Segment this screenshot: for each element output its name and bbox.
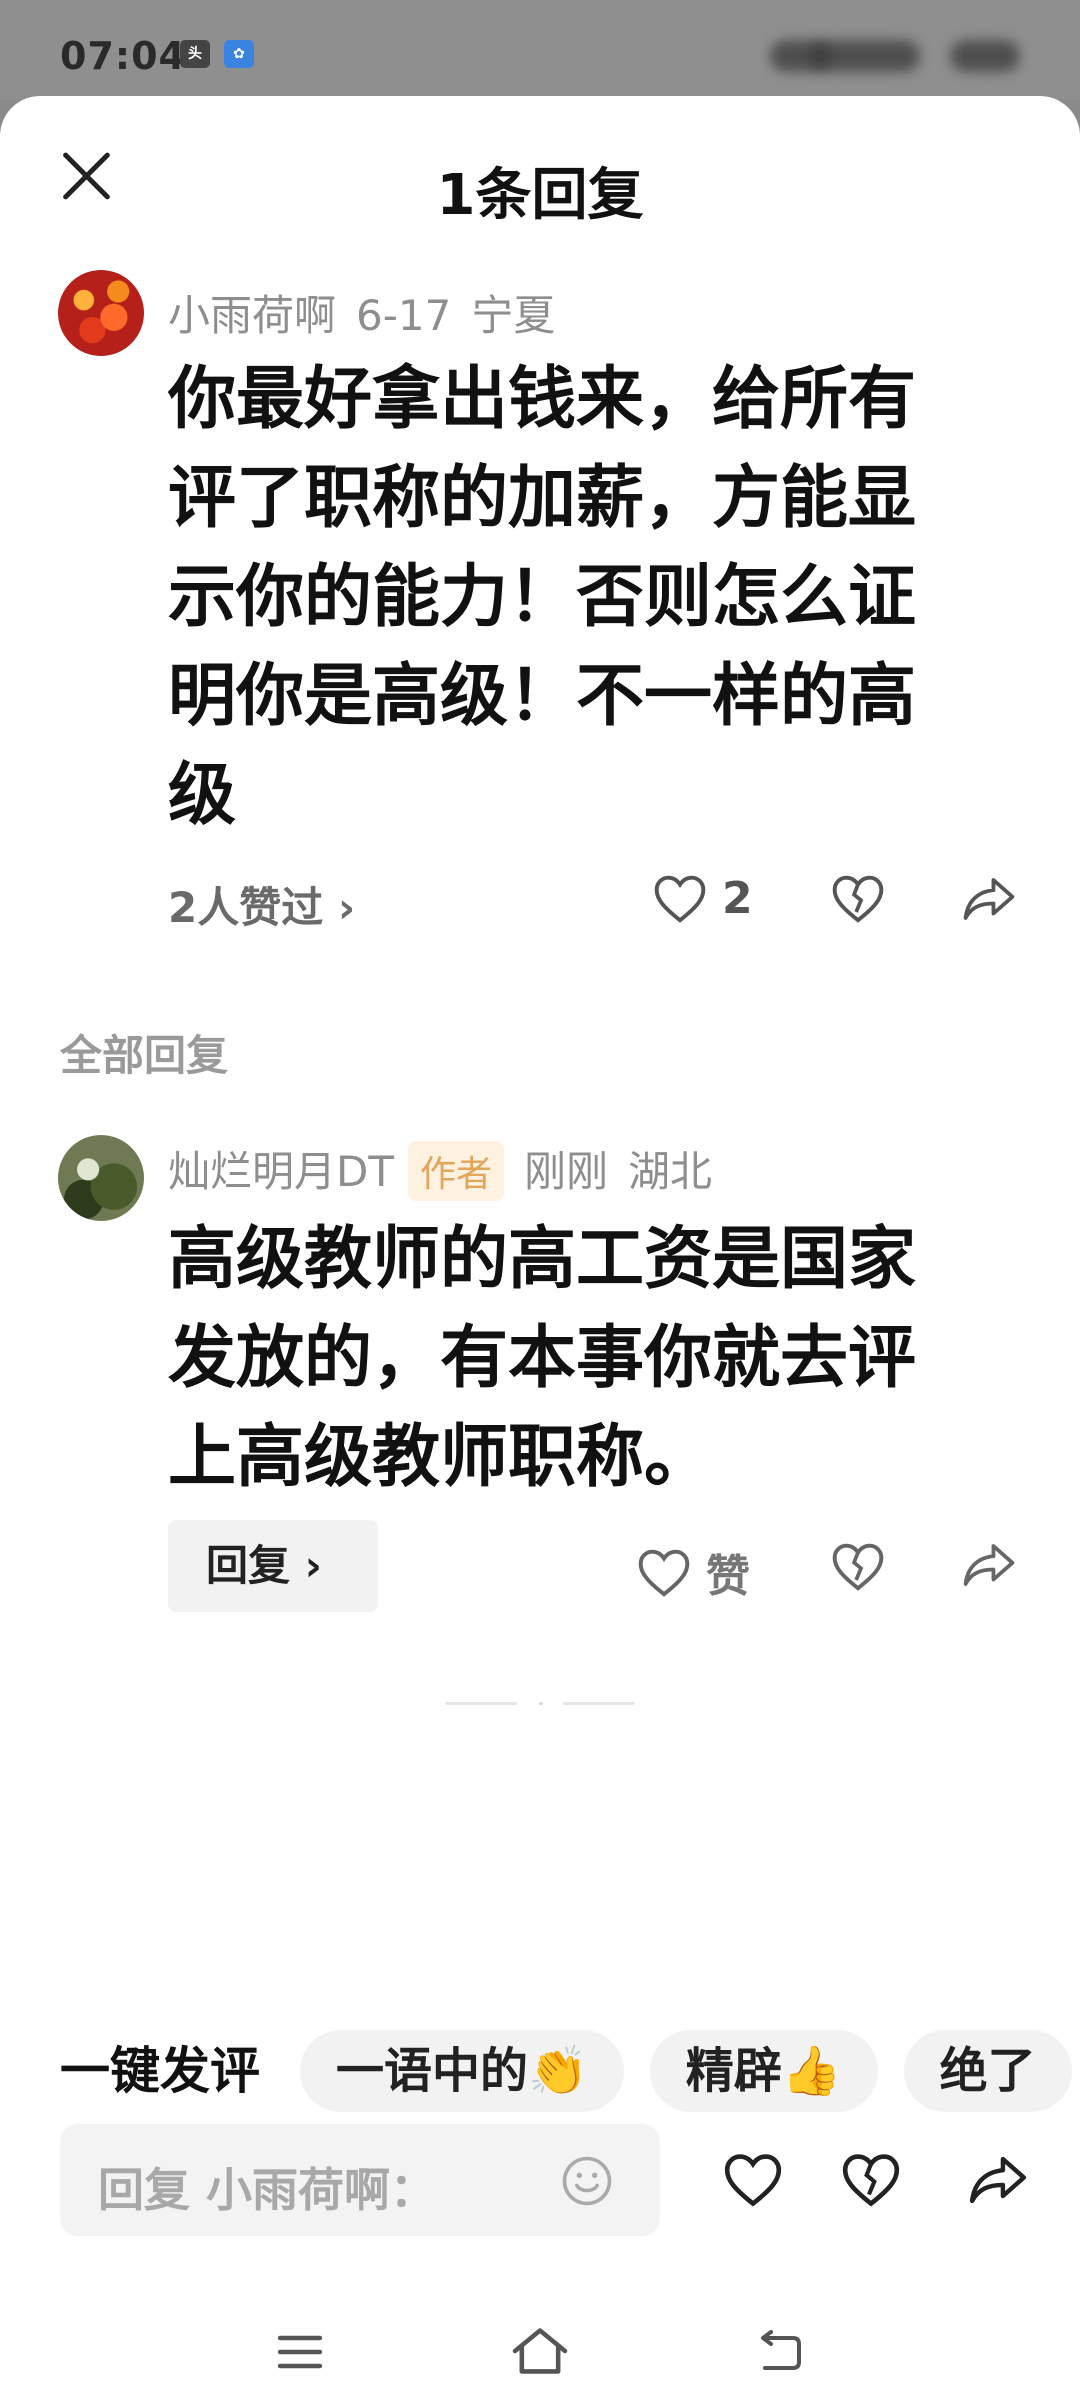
like-button[interactable]: 2 [652, 872, 753, 924]
input-dislike-button[interactable] [840, 2150, 902, 2208]
quick-reply-label: 一键发评 [60, 2042, 260, 2100]
reply-share-button[interactable] [960, 1540, 1018, 1590]
avatar[interactable] [58, 1135, 144, 1221]
reply-button[interactable]: 回复 › [168, 1520, 378, 1612]
comment-location: 宁夏 [471, 291, 556, 340]
reply-like-button[interactable]: 赞 [636, 1540, 750, 1604]
likers-link[interactable]: 2人赞过 › [168, 874, 355, 935]
system-nav-bar [0, 2290, 1080, 2400]
quick-reply-chip[interactable]: 一语中的👏 [300, 2030, 624, 2112]
blurred-battery-icon [950, 40, 1020, 72]
share-icon [963, 878, 1015, 920]
avatar[interactable] [58, 270, 144, 356]
broken-heart-icon [842, 2154, 900, 2207]
heart-icon [724, 2154, 782, 2207]
reply-meta: 灿烂明月DT 作者 刚刚 湖北 [168, 1138, 732, 1201]
reply-author[interactable]: 灿烂明月DT [168, 1147, 394, 1196]
reply-text: 高级教师的高工资是国家发放的，有本事你就去评上高级教师职称。 [168, 1220, 917, 1497]
author-badge: 作者 [408, 1141, 505, 1201]
heart-icon [654, 875, 706, 923]
status-time: 07:04 [60, 34, 186, 78]
like-count: 2 [722, 872, 753, 924]
loading-indicator [445, 1702, 635, 1706]
comment-date: 6-17 [356, 291, 452, 340]
broken-heart-icon [832, 1543, 884, 1591]
home-icon[interactable] [510, 2326, 570, 2376]
like-label: 赞 [706, 1551, 750, 1602]
reply-input[interactable]: 回复 小雨荷啊： [60, 2124, 660, 2236]
input-share-button[interactable] [966, 2152, 1030, 2208]
share-button[interactable] [960, 874, 1018, 924]
reply-dislike-button[interactable] [830, 1540, 886, 1592]
all-replies-label: 全部回复 [60, 1031, 229, 1080]
heart-icon [638, 1549, 690, 1597]
comment-text: 你最好拿出钱来，给所有评了职称的加薪，方能显示你的能力！否则怎么证明你是高级！不… [168, 360, 917, 835]
toutiao-app-icon: 头 [180, 40, 210, 68]
quick-reply-chip[interactable]: 精辟👍 [649, 2030, 878, 2112]
quick-reply-chip[interactable]: 绝了 [903, 2030, 1072, 2112]
status-bar: 07:04 头 ✿ [0, 0, 1080, 100]
broken-heart-icon [832, 875, 884, 923]
baidu-app-icon: ✿ [224, 40, 254, 68]
comment-meta: 小雨荷啊 6-17 宁夏 [168, 282, 575, 343]
sheet-title: 1条回复 [436, 163, 644, 228]
reply-location: 湖北 [628, 1147, 713, 1196]
share-icon [963, 1544, 1015, 1586]
share-icon [969, 2156, 1027, 2204]
menu-icon[interactable] [276, 2332, 324, 2372]
comment-author[interactable]: 小雨荷啊 [168, 291, 336, 340]
blurred-status-icon [810, 40, 920, 72]
emoji-icon[interactable] [560, 2154, 614, 2208]
input-like-button[interactable] [722, 2150, 784, 2208]
back-icon[interactable] [754, 2330, 804, 2374]
reply-input-placeholder: 回复 小雨荷啊： [98, 2163, 437, 2217]
reply-time: 刚刚 [524, 1147, 609, 1196]
quick-reply-bar: 一键发评 一语中的👏 精辟👍 绝了 [60, 2030, 1080, 2112]
dislike-button[interactable] [830, 872, 886, 924]
